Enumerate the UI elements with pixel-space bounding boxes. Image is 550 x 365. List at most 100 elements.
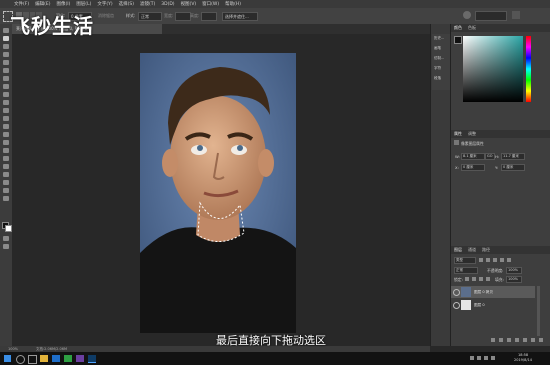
brush-tool-icon[interactable] — [3, 92, 9, 97]
add-mask-icon[interactable] — [507, 338, 511, 342]
tab-swatches[interactable]: 色板 — [468, 25, 476, 31]
eraser-tool-icon[interactable] — [3, 116, 9, 121]
menu-item[interactable]: 滤镜(T) — [140, 1, 155, 7]
style-select[interactable]: 正常 — [138, 12, 162, 21]
layers-scrollbar[interactable] — [537, 286, 540, 336]
panel-foreground-swatch[interactable] — [454, 36, 462, 44]
menu-item[interactable]: 视图(V) — [181, 1, 197, 7]
y-field[interactable]: 0 厘米 — [501, 164, 525, 171]
height-field[interactable]: 11.7 厘米 — [501, 153, 525, 160]
network-icon[interactable] — [477, 356, 481, 360]
lock-transparent-icon[interactable] — [465, 277, 469, 281]
opacity-field[interactable]: 100% — [506, 267, 522, 274]
history-brush-tool-icon[interactable] — [3, 108, 9, 113]
clone-stamp-tool-icon[interactable] — [3, 100, 9, 105]
menu-item[interactable]: 图像(I) — [56, 1, 70, 7]
hue-slider[interactable] — [526, 36, 531, 102]
layer-filter-select[interactable]: 类型 — [454, 257, 476, 264]
search-icon[interactable] — [16, 355, 25, 364]
character-panel-button[interactable]: 字符 — [434, 66, 441, 71]
tab-adjustments[interactable]: 调整 — [468, 131, 476, 137]
document-photo[interactable] — [140, 53, 296, 333]
eye-icon[interactable] — [453, 289, 460, 296]
file-explorer-icon[interactable] — [40, 355, 48, 362]
new-group-icon[interactable] — [523, 338, 527, 342]
healing-brush-tool-icon[interactable] — [3, 84, 9, 89]
browser-icon[interactable] — [52, 355, 60, 362]
eye-icon[interactable] — [453, 302, 460, 309]
new-layer-icon[interactable] — [531, 338, 535, 342]
width-input[interactable] — [175, 12, 191, 21]
lock-all-icon[interactable] — [486, 277, 490, 281]
hand-tool-icon[interactable] — [3, 180, 9, 185]
history-panel-button[interactable]: 历史... — [434, 36, 444, 41]
tab-channels[interactable]: 通道 — [468, 247, 476, 253]
filter-shape-icon[interactable] — [500, 258, 504, 262]
layer-name[interactable]: 图层 0 拷贝 — [474, 290, 493, 295]
filter-pixel-icon[interactable] — [479, 258, 483, 262]
x-field[interactable]: 0 厘米 — [461, 164, 485, 171]
clone-source-panel-button[interactable]: 仿制... — [434, 56, 444, 61]
layer-row[interactable]: 图层 0 — [451, 299, 535, 311]
tab-color[interactable]: 颜色 — [454, 25, 462, 31]
rectangle-tool-icon[interactable] — [3, 172, 9, 177]
menu-item[interactable]: 文件(F) — [14, 1, 29, 7]
clock-time[interactable]: 18:58 — [518, 353, 528, 357]
color-picker-field[interactable] — [463, 36, 523, 102]
wechat-icon[interactable] — [64, 355, 72, 362]
adjustment-layer-icon[interactable] — [515, 338, 519, 342]
rect-marquee-tool-icon[interactable] — [3, 36, 9, 41]
task-view-icon[interactable] — [28, 355, 37, 364]
type-tool-icon[interactable] — [3, 156, 9, 161]
blur-tool-icon[interactable] — [3, 132, 9, 137]
quick-select-tool-icon[interactable] — [3, 52, 9, 57]
search-icon[interactable] — [463, 11, 471, 19]
workspace-select[interactable] — [475, 11, 507, 21]
height-input[interactable] — [201, 12, 217, 21]
layer-row[interactable]: 图层 0 拷贝 — [451, 286, 535, 298]
menu-item[interactable]: 窗口(W) — [202, 1, 219, 7]
filter-smart-icon[interactable] — [507, 258, 511, 262]
eyedropper-tool-icon[interactable] — [3, 76, 9, 81]
pen-tool-icon[interactable] — [3, 148, 9, 153]
photoshop-taskbar-icon[interactable] — [88, 355, 96, 363]
zoom-tool-icon[interactable] — [3, 188, 9, 193]
menu-item[interactable]: 图层(L) — [76, 1, 91, 7]
tab-paths[interactable]: 路径 — [482, 247, 490, 253]
tray-icon[interactable] — [470, 356, 474, 360]
frame-tool-icon[interactable] — [3, 68, 9, 73]
blend-mode-select[interactable]: 正常 — [454, 267, 478, 274]
dodge-tool-icon[interactable] — [3, 140, 9, 145]
volume-icon[interactable] — [484, 356, 488, 360]
paragraph-panel-button[interactable]: 段落 — [434, 76, 441, 81]
lock-position-icon[interactable] — [479, 277, 483, 281]
menu-item[interactable]: 选择(S) — [119, 1, 134, 7]
path-select-tool-icon[interactable] — [3, 164, 9, 169]
menu-item[interactable]: 3D(D) — [161, 2, 174, 7]
lock-image-icon[interactable] — [472, 277, 476, 281]
trash-icon[interactable] — [539, 338, 543, 342]
background-color-swatch[interactable] — [5, 225, 12, 232]
input-method-icon[interactable] — [491, 356, 495, 360]
clock-date[interactable]: 2019/8/14 — [514, 358, 532, 362]
menu-item[interactable]: 文字(Y) — [97, 1, 112, 7]
width-field[interactable]: 8.1 厘米 — [461, 153, 485, 160]
tab-properties[interactable]: 属性 — [454, 131, 462, 137]
filter-adjustment-icon[interactable] — [486, 258, 490, 262]
menu-item[interactable]: 帮助(H) — [225, 1, 241, 7]
select-and-mask-button[interactable]: 选择并遮住... — [222, 12, 258, 21]
fill-field[interactable]: 100% — [506, 276, 522, 283]
gradient-tool-icon[interactable] — [3, 124, 9, 129]
media-icon[interactable] — [76, 355, 84, 362]
filter-type-icon[interactable] — [493, 258, 497, 262]
antialias-checkbox[interactable]: 消除锯齿 — [98, 13, 114, 19]
windows-start-icon[interactable] — [4, 355, 11, 362]
menu-item[interactable]: 编辑(E) — [35, 1, 50, 7]
more-tools-icon[interactable] — [3, 196, 9, 201]
layer-name[interactable]: 图层 0 — [474, 303, 485, 308]
tab-layers[interactable]: 图层 — [454, 247, 462, 253]
share-icon[interactable] — [512, 11, 520, 19]
link-layers-icon[interactable] — [491, 338, 495, 342]
screen-mode-icon[interactable] — [3, 244, 9, 249]
quick-mask-icon[interactable] — [3, 236, 9, 241]
